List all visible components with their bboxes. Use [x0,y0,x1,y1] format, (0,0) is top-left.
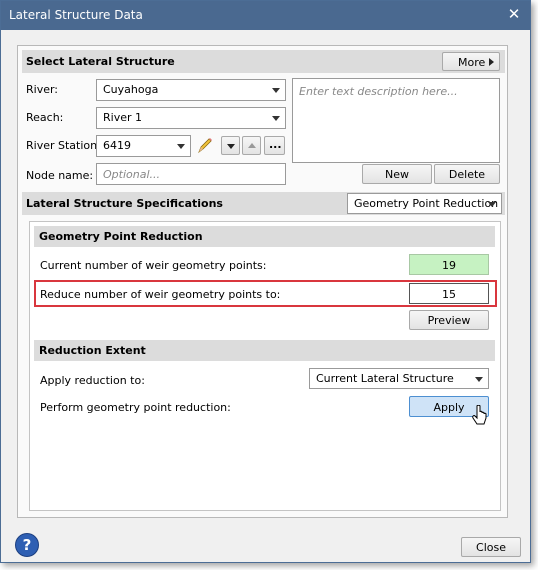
close-window-icon[interactable]: ✕ [506,6,522,22]
current-points-label: Current number of weir geometry points: [40,259,267,272]
reach-value: River 1 [103,111,142,124]
close-button[interactable]: Close [461,537,521,557]
select-section-header: Select Lateral Structure [22,50,505,73]
new-button[interactable]: New [362,164,432,184]
station-value: 6419 [103,139,131,152]
extent-header: Reduction Extent [34,340,495,361]
delete-button[interactable]: Delete [434,164,500,184]
caret-right-icon [489,58,494,66]
new-button-label: New [385,168,409,181]
ellipsis-icon: ... [269,138,282,151]
chevron-down-icon [177,144,185,149]
close-button-label: Close [476,541,506,554]
reach-dropdown[interactable]: River 1 [96,107,286,129]
help-glyph: ? [22,536,32,554]
select-section-title: Select Lateral Structure [26,55,175,68]
chevron-down-icon [272,116,280,121]
next-station-button[interactable] [242,136,261,155]
apply-to-label: Apply reduction to: [40,374,145,387]
current-points-value: 19 [409,254,489,275]
node-name-input[interactable]: Optional... [96,163,286,185]
river-dropdown[interactable]: Cuyahoga [96,79,286,101]
river-value: Cuyahoga [103,83,159,96]
reduce-points-label: Reduce number of weir geometry points to… [40,288,281,301]
gpr-header: Geometry Point Reduction [34,226,495,247]
apply-to-dropdown[interactable]: Current Lateral Structure [309,368,489,389]
ellipsis-button[interactable]: ... [264,136,285,155]
pencil-icon[interactable] [194,135,214,157]
river-label: River: [26,83,59,96]
node-name-placeholder: Optional... [103,168,160,181]
help-icon[interactable]: ? [15,533,39,557]
preview-button[interactable]: Preview [409,310,489,330]
lateral-structure-dialog: Lateral Structure Data ✕ Select Lateral … [0,0,531,563]
gpr-title: Geometry Point Reduction [39,230,203,243]
title-bar: Lateral Structure Data ✕ [1,1,530,30]
station-dropdown[interactable]: 6419 [96,135,191,157]
chevron-down-icon [488,202,496,207]
reach-label: Reach: [26,111,64,124]
station-label: River Station: [26,139,101,152]
apply-to-value: Current Lateral Structure [316,372,454,385]
chevron-down-icon [272,88,280,93]
reduce-points-value: 15 [442,288,456,301]
window-title: Lateral Structure Data [9,8,143,22]
node-name-label: Node name: [26,169,94,182]
description-placeholder: Enter text description here... [299,85,458,98]
triangle-up-icon [248,143,256,148]
preview-button-label: Preview [427,314,471,327]
triangle-down-icon [227,144,235,149]
current-points-value-text: 19 [442,259,456,272]
chevron-down-icon [475,377,483,382]
more-button-label: More [458,56,486,69]
perform-label: Perform geometry point reduction: [40,401,231,414]
more-button[interactable]: More [442,52,500,71]
delete-button-label: Delete [448,168,486,181]
specs-section-title: Lateral Structure Specifications [26,197,223,210]
description-textarea[interactable]: Enter text description here... [292,78,500,163]
mouse-cursor-icon [472,404,488,429]
reduce-points-input[interactable]: 15 [409,283,489,304]
previous-station-button[interactable] [221,136,240,155]
specs-mode-value: Geometry Point Reduction [354,197,499,210]
extent-title: Reduction Extent [39,344,146,357]
specs-mode-dropdown[interactable]: Geometry Point Reduction [347,193,502,214]
